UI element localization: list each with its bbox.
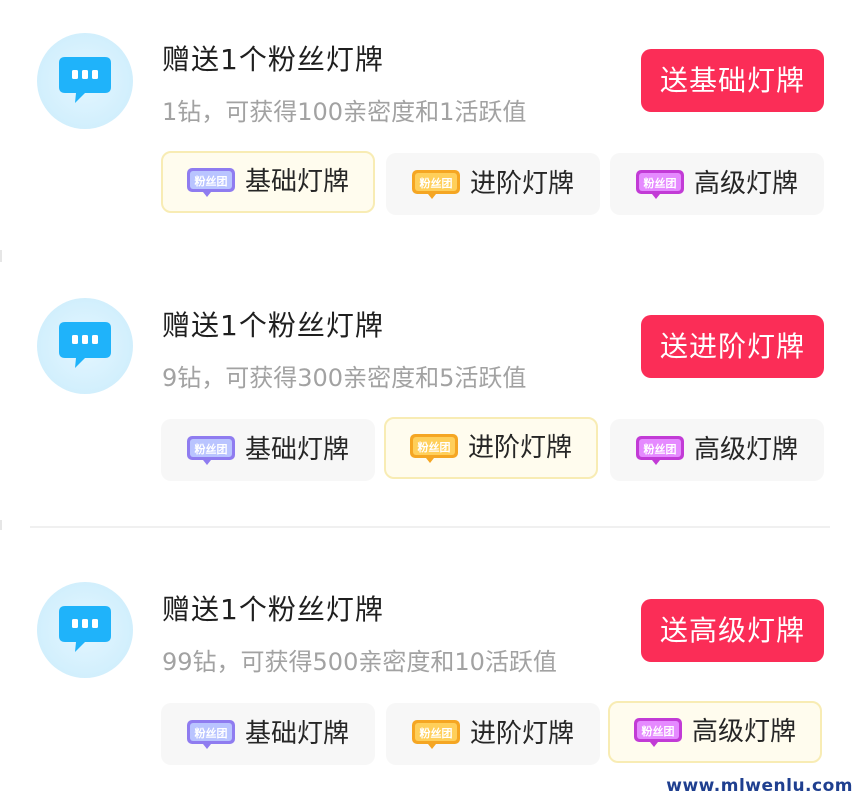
- tier-label: 进阶灯牌: [470, 169, 575, 199]
- divider: [30, 526, 830, 528]
- tier-advanced[interactable]: 粉丝团 进阶灯牌: [386, 703, 600, 765]
- basic-fan-badge-icon: 粉丝团: [187, 168, 235, 197]
- chat-bubble-icon: [37, 33, 133, 129]
- gift-subtitle: 1钻，可获得100亲密度和1活跃值: [162, 98, 527, 126]
- tier-premium[interactable]: 粉丝团 高级灯牌: [610, 419, 824, 481]
- tier-label: 高级灯牌: [692, 717, 797, 747]
- tier-label: 基础灯牌: [245, 435, 350, 465]
- premium-fan-badge-icon: 粉丝团: [636, 436, 684, 465]
- send-basic-button[interactable]: 送基础灯牌: [641, 49, 824, 112]
- advanced-fan-badge-icon: 粉丝团: [412, 720, 460, 749]
- svg-text:粉丝团: 粉丝团: [642, 724, 675, 738]
- svg-text:粉丝团: 粉丝团: [195, 726, 228, 740]
- watermark: www.mlwenlu.com: [666, 776, 853, 796]
- advanced-fan-badge-icon: 粉丝团: [412, 170, 460, 199]
- premium-fan-badge-icon: 粉丝团: [636, 170, 684, 199]
- send-premium-button[interactable]: 送高级灯牌: [641, 599, 824, 662]
- tier-advanced[interactable]: 粉丝团 进阶灯牌: [384, 417, 598, 479]
- chat-bubble-icon: [37, 582, 133, 678]
- tier-advanced[interactable]: 粉丝团 进阶灯牌: [386, 153, 600, 215]
- svg-text:粉丝团: 粉丝团: [195, 442, 228, 456]
- gift-card-basic: 赠送1个粉丝灯牌 1钻，可获得100亲密度和1活跃值 送基础灯牌 粉丝团 基础灯…: [0, 0, 861, 250]
- basic-fan-badge-icon: 粉丝团: [187, 720, 235, 749]
- tier-basic[interactable]: 粉丝团 基础灯牌: [161, 419, 375, 481]
- premium-fan-badge-icon: 粉丝团: [634, 718, 682, 747]
- tier-label: 基础灯牌: [245, 167, 350, 197]
- gift-subtitle: 9钻，可获得300亲密度和5活跃值: [162, 364, 527, 392]
- gift-subtitle: 99钻，可获得500亲密度和10活跃值: [162, 648, 557, 676]
- tier-label: 高级灯牌: [694, 435, 799, 465]
- tier-label: 基础灯牌: [245, 719, 350, 749]
- tier-basic[interactable]: 粉丝团 基础灯牌: [161, 703, 375, 765]
- svg-text:粉丝团: 粉丝团: [420, 176, 453, 190]
- gift-card-premium: 赠送1个粉丝灯牌 99钻，可获得500亲密度和10活跃值 送高级灯牌 粉丝团 基…: [0, 530, 861, 800]
- gift-card-advanced: 赠送1个粉丝灯牌 9钻，可获得300亲密度和5活跃值 送进阶灯牌 粉丝团 基础灯…: [0, 262, 861, 520]
- svg-text:粉丝团: 粉丝团: [644, 442, 677, 456]
- chat-bubble-icon: [37, 298, 133, 394]
- tier-premium[interactable]: 粉丝团 高级灯牌: [608, 701, 822, 763]
- gift-title: 赠送1个粉丝灯牌: [162, 309, 384, 342]
- tier-premium[interactable]: 粉丝团 高级灯牌: [610, 153, 824, 215]
- tier-label: 高级灯牌: [694, 169, 799, 199]
- send-advanced-button[interactable]: 送进阶灯牌: [641, 315, 824, 378]
- tier-label: 进阶灯牌: [470, 719, 575, 749]
- basic-fan-badge-icon: 粉丝团: [187, 436, 235, 465]
- advanced-fan-badge-icon: 粉丝团: [410, 434, 458, 463]
- tier-basic[interactable]: 粉丝团 基础灯牌: [161, 151, 375, 213]
- tier-label: 进阶灯牌: [468, 433, 573, 463]
- gift-title: 赠送1个粉丝灯牌: [162, 43, 384, 76]
- svg-text:粉丝团: 粉丝团: [420, 726, 453, 740]
- svg-text:粉丝团: 粉丝团: [644, 176, 677, 190]
- svg-text:粉丝团: 粉丝团: [418, 440, 451, 454]
- svg-text:粉丝团: 粉丝团: [195, 174, 228, 188]
- gift-title: 赠送1个粉丝灯牌: [162, 593, 384, 626]
